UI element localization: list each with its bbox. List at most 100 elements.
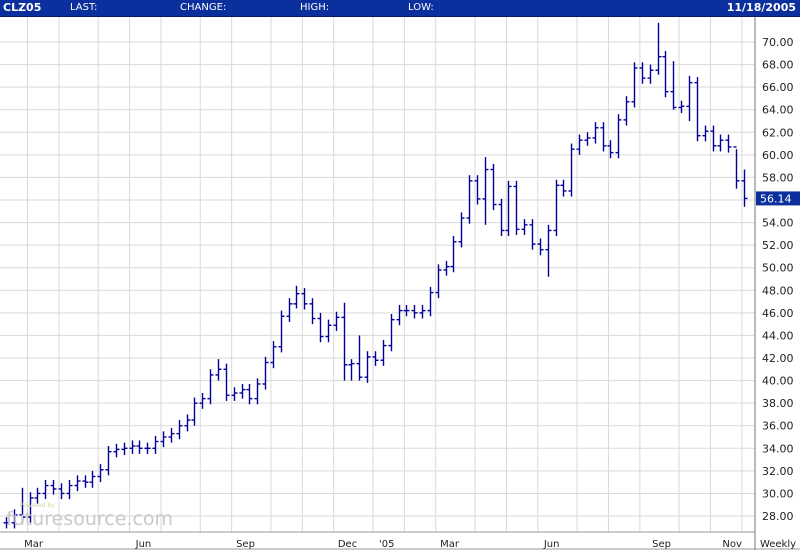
x-tick-label: Jun: [135, 539, 152, 550]
logo-tagline: Powered by: [20, 502, 55, 509]
price-bar: [427, 286, 434, 317]
y-tick-label: 60.00: [762, 149, 794, 162]
price-bar: [498, 198, 505, 237]
price-bar: [435, 264, 442, 299]
x-tick-label: Mar: [440, 539, 460, 550]
low-label: LOW:: [408, 2, 434, 13]
price-bar: [215, 359, 222, 381]
price-bar: [647, 64, 654, 84]
y-tick-label: 52.00: [762, 239, 794, 252]
price-bar: [419, 304, 426, 319]
price-bar: [176, 420, 183, 440]
price-bar: [325, 319, 332, 343]
price-bar: [388, 313, 395, 352]
price-bar: [396, 304, 403, 326]
price-bar: [733, 146, 740, 189]
price-bar: [42, 479, 49, 500]
price-bar: [443, 260, 450, 276]
y-tick-label: 34.00: [762, 442, 794, 455]
y-tick-label: 42.00: [762, 352, 794, 365]
price-bar: [364, 351, 371, 383]
price-bar: [537, 238, 544, 256]
symbol: CLZ05: [3, 1, 42, 14]
x-tick-label: Mar: [24, 539, 44, 550]
logo-text: futuresource.com: [6, 508, 174, 530]
y-tick-label: 40.00: [762, 375, 794, 388]
x-tick-label: Sep: [652, 539, 671, 550]
price-bar: [231, 387, 238, 401]
quote-header: CLZ05 LAST: CHANGE: HIGH: LOW: 11/18/200…: [0, 0, 800, 17]
price-bar: [136, 440, 143, 454]
price-bar: [717, 134, 724, 152]
price-bar: [482, 157, 489, 225]
y-tick-label: 48.00: [762, 284, 794, 297]
price-bar: [710, 125, 717, 152]
x-tick-label: Nov: [722, 539, 742, 550]
price-bar: [411, 304, 418, 319]
y-tick-label: 30.00: [762, 487, 794, 500]
price-bar: [348, 359, 355, 381]
price-bar: [293, 285, 300, 309]
price-bar: [184, 414, 191, 432]
price-bar: [631, 62, 638, 108]
price-bar: [317, 312, 324, 343]
price-bar: [333, 311, 340, 331]
price-bar: [246, 383, 253, 405]
price-bar: [74, 475, 81, 492]
price-bar: [725, 134, 732, 153]
price-bar: [223, 363, 230, 401]
price-bar: [545, 224, 552, 277]
y-tick-label: 28.00: [762, 510, 794, 523]
change-label: CHANGE:: [180, 2, 227, 13]
price-bar: [207, 369, 214, 405]
price-bar: [670, 61, 677, 110]
price-bar: [686, 75, 693, 122]
y-tick-label: 46.00: [762, 307, 794, 320]
price-bar: [655, 22, 662, 75]
price-bar: [278, 310, 285, 353]
price-bar: [639, 62, 646, 84]
y-tick-label: 66.00: [762, 81, 794, 94]
price-bar: [286, 298, 293, 322]
price-bar: [152, 435, 159, 454]
price-bar: [662, 51, 669, 98]
y-tick-label: 50.00: [762, 262, 794, 275]
x-tick-label: Dec: [338, 539, 357, 550]
price-bar: [694, 76, 701, 142]
price-bar: [513, 180, 520, 235]
last-price-label: 56.14: [760, 192, 792, 205]
price-bar: [560, 179, 567, 197]
price-bar: [592, 122, 599, 144]
price-bar: [458, 212, 465, 248]
price-bar: [341, 302, 348, 381]
price-bar: [89, 470, 96, 488]
price-bar: [380, 339, 387, 366]
y-tick-label: 70.00: [762, 36, 794, 49]
y-tick-label: 62.00: [762, 126, 794, 139]
futuresource-logo: Powered by futuresource.com: [6, 502, 174, 530]
price-bar: [129, 440, 136, 454]
price-bar: [66, 479, 73, 500]
price-bar: [615, 114, 622, 159]
price-bar: [450, 236, 457, 273]
price-bar: [168, 427, 175, 443]
x-tick-label: Sep: [236, 539, 255, 550]
y-tick-label: 64.00: [762, 104, 794, 117]
price-bar: [113, 443, 120, 458]
y-tick-label: 36.00: [762, 420, 794, 433]
price-bar: [262, 356, 269, 390]
last-label: LAST:: [70, 2, 98, 13]
price-bar: [584, 132, 591, 146]
y-tick-label: 32.00: [762, 465, 794, 478]
y-tick-label: 38.00: [762, 397, 794, 410]
price-bar: [144, 442, 151, 454]
price-bar: [254, 378, 261, 405]
price-bar: [568, 143, 575, 197]
y-tick-label: 58.00: [762, 171, 794, 184]
price-bar: [521, 219, 528, 235]
high-label: HIGH:: [300, 2, 330, 13]
y-tick-label: 44.00: [762, 329, 794, 342]
x-tick-label: '05: [379, 539, 394, 550]
price-bar: [82, 475, 89, 488]
price-bar: [309, 298, 316, 325]
